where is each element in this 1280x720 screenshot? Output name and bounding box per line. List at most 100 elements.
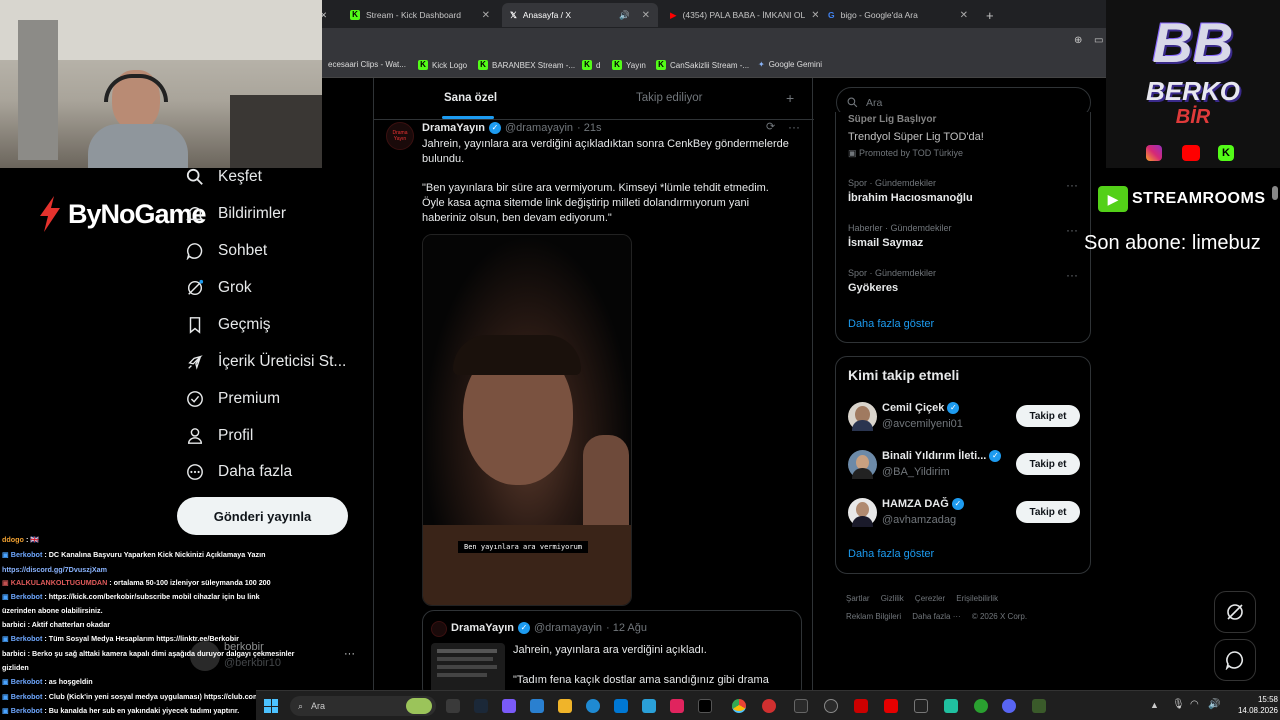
grok-explain-icon[interactable]: ⟳ xyxy=(766,120,775,133)
tweet-author-name[interactable]: DramaYayın xyxy=(422,122,485,134)
trend-item[interactable]: Spor · Gündemdekiler Gyökeres ··· xyxy=(836,264,1090,304)
folder-icon[interactable] xyxy=(558,699,572,713)
chat-username[interactable]: barbici xyxy=(2,649,26,658)
nav-profile[interactable]: Profil xyxy=(186,427,253,445)
post-button[interactable]: Gönderi yayınla xyxy=(177,497,348,535)
microphone-icon[interactable]: 🎙 xyxy=(1172,699,1185,710)
discord-icon[interactable] xyxy=(1002,699,1016,713)
store-icon[interactable] xyxy=(530,699,544,713)
mail-icon[interactable] xyxy=(614,699,628,713)
follow-button[interactable]: Takip et xyxy=(1016,453,1080,475)
app-icon[interactable] xyxy=(1032,699,1046,713)
tweet-video[interactable]: Ben yayınlara ara vermiyorum xyxy=(422,234,632,606)
show-more-suggestions[interactable]: Daha fazla göster xyxy=(848,548,934,560)
scrollbar-thumb[interactable] xyxy=(1272,186,1278,200)
address-bar[interactable]: ⊕ ▭ xyxy=(322,28,1106,56)
trend-item[interactable]: Haberler · Gündemdekiler İsmail Saymaz ·… xyxy=(836,219,1090,259)
close-icon[interactable]: ✕ xyxy=(482,10,490,21)
nav-premium[interactable]: Premium xyxy=(186,390,280,408)
chat-username[interactable]: ddogo xyxy=(2,535,24,544)
bookmark-item[interactable]: K BARANBEX Stream -... xyxy=(478,60,575,70)
task-view-icon[interactable] xyxy=(446,699,460,713)
tiktok-icon[interactable] xyxy=(698,699,712,713)
bookmark-item[interactable]: ecesaari Clips - Wat... xyxy=(328,60,406,69)
footer-link[interactable]: Şartlar xyxy=(846,594,870,603)
chat-username[interactable]: Berkobot xyxy=(11,634,43,643)
suggestion-row[interactable]: Cemil Çiçek ✓ @avcemilyeni01 Takip et xyxy=(836,397,1092,437)
tab-kick-dashboard[interactable]: K Stream - Kick Dashboard ✕ xyxy=(342,3,498,27)
chevron-up-icon[interactable]: ▲ xyxy=(1150,700,1159,710)
wifi-icon[interactable]: ◠ xyxy=(1190,699,1199,710)
tab-x-home[interactable]: 𝕏 Anasayfa / X 🔊 ✕ xyxy=(502,3,658,27)
nav-chat[interactable]: Sohbet xyxy=(186,242,267,260)
close-icon[interactable]: ✕ xyxy=(811,10,818,21)
windows-start-icon[interactable] xyxy=(264,699,278,713)
tab-following[interactable]: Takip ediliyor xyxy=(636,92,702,104)
suggestion-row[interactable]: Binali Yıldırım İleti... ✓ @BA_Yildirim T… xyxy=(836,445,1092,485)
tweet-author-handle[interactable]: @dramayayin xyxy=(505,122,573,134)
new-tab-button[interactable]: + xyxy=(978,3,998,27)
app-icon[interactable] xyxy=(974,699,988,713)
trend-more-icon[interactable]: ··· xyxy=(1066,223,1078,237)
tab-for-you[interactable]: Sana özel xyxy=(444,92,497,104)
chat-username[interactable]: Berkobot xyxy=(11,677,43,686)
netflix-icon[interactable] xyxy=(854,699,868,713)
account-menu-icon[interactable]: ··· xyxy=(344,648,355,660)
suggestion-row[interactable]: HAMZA DAĞ ✓ @avhamzadag Takip et xyxy=(836,493,1092,533)
speed-icon[interactable] xyxy=(824,699,838,713)
trend-more-icon[interactable]: ··· xyxy=(1066,178,1078,192)
footer-link[interactable]: Reklam Bilgileri xyxy=(846,612,901,621)
app-icon[interactable] xyxy=(884,699,898,713)
tweet-more-icon[interactable]: ··· xyxy=(788,120,800,134)
zoom-icon[interactable]: ⊕ xyxy=(1074,35,1082,46)
steam-icon[interactable] xyxy=(474,699,488,713)
grok-floating-button[interactable] xyxy=(1214,591,1256,633)
chat-username[interactable]: KALKULANKOLTUGUMDAN xyxy=(11,578,107,587)
tweet-time[interactable]: · 21s xyxy=(577,122,601,134)
tab-google[interactable]: G bigo - Google'da Ara ✕ xyxy=(820,3,976,27)
tab-youtube[interactable]: ▶ (4354) PALA BABA - İMKANI OL ✕ xyxy=(662,3,818,27)
bookmark-item[interactable]: K Kick Logo xyxy=(418,60,467,70)
bookmark-item[interactable]: Kd xyxy=(582,60,600,70)
chat-username[interactable]: Berkobot xyxy=(11,550,43,559)
clock[interactable]: 15:58 14.08.2026 xyxy=(1224,694,1278,716)
follow-button[interactable]: Takip et xyxy=(1016,501,1080,523)
nav-more[interactable]: Daha fazla xyxy=(186,463,292,481)
chat-username[interactable]: Berkobot xyxy=(11,692,43,701)
close-icon[interactable]: ✕ xyxy=(642,10,650,21)
nav-explore[interactable]: Keşfet xyxy=(186,168,262,186)
quoted-tweet[interactable]: DramaYayın ✓ @dramayayin · 12 Ağu Jahrei… xyxy=(422,610,802,700)
volume-icon[interactable]: 🔊 xyxy=(1208,699,1220,710)
footer-link[interactable]: Çerezler xyxy=(915,594,945,603)
settings-icon[interactable] xyxy=(914,699,928,713)
footer-link[interactable]: Erişilebilirlik xyxy=(956,594,998,603)
chrome-icon[interactable] xyxy=(732,699,746,713)
messages-floating-button[interactable] xyxy=(1214,639,1256,681)
footer-link[interactable]: Gizlilik xyxy=(881,594,904,603)
trend-more-icon[interactable]: ··· xyxy=(1066,268,1078,282)
trend-item[interactable]: Spor · Gündemdekiler İbrahim Hacıosmanoğ… xyxy=(836,174,1090,214)
footer-link[interactable]: Daha fazla ··· xyxy=(912,612,960,621)
nav-notifications[interactable]: Bildirimler xyxy=(186,205,286,223)
nav-creator-studio[interactable]: İçerik Üreticisi St... xyxy=(186,353,346,371)
photos-icon[interactable] xyxy=(642,699,656,713)
tweet-avatar[interactable]: Drama Yayın xyxy=(386,122,414,150)
bookmark-item[interactable]: K Yayın xyxy=(612,60,646,70)
follow-button[interactable]: Takip et xyxy=(1016,405,1080,427)
bookmark-item[interactable]: K CanSakizlii Stream -... xyxy=(656,60,749,70)
show-more-trends[interactable]: Daha fazla göster xyxy=(848,318,934,330)
chat-username[interactable]: Berkobot xyxy=(11,592,43,601)
add-feed-icon[interactable]: + xyxy=(786,90,794,106)
obs-icon[interactable] xyxy=(794,699,808,713)
app-icon[interactable] xyxy=(670,699,684,713)
copilot-icon[interactable] xyxy=(502,699,516,713)
chat-username[interactable]: Berkobot xyxy=(11,706,43,715)
app-icon[interactable] xyxy=(944,699,958,713)
opera-icon[interactable] xyxy=(762,699,776,713)
close-icon[interactable]: ✕ xyxy=(960,10,968,21)
edge-icon[interactable] xyxy=(586,699,600,713)
promo-title[interactable]: Trendyol Süper Lig TOD'da! xyxy=(848,131,984,143)
bookmark-item[interactable]: ✦ Google Gemini xyxy=(758,60,822,69)
nav-bookmarks[interactable]: Geçmiş xyxy=(186,316,271,334)
chat-username[interactable]: barbici xyxy=(2,620,26,629)
